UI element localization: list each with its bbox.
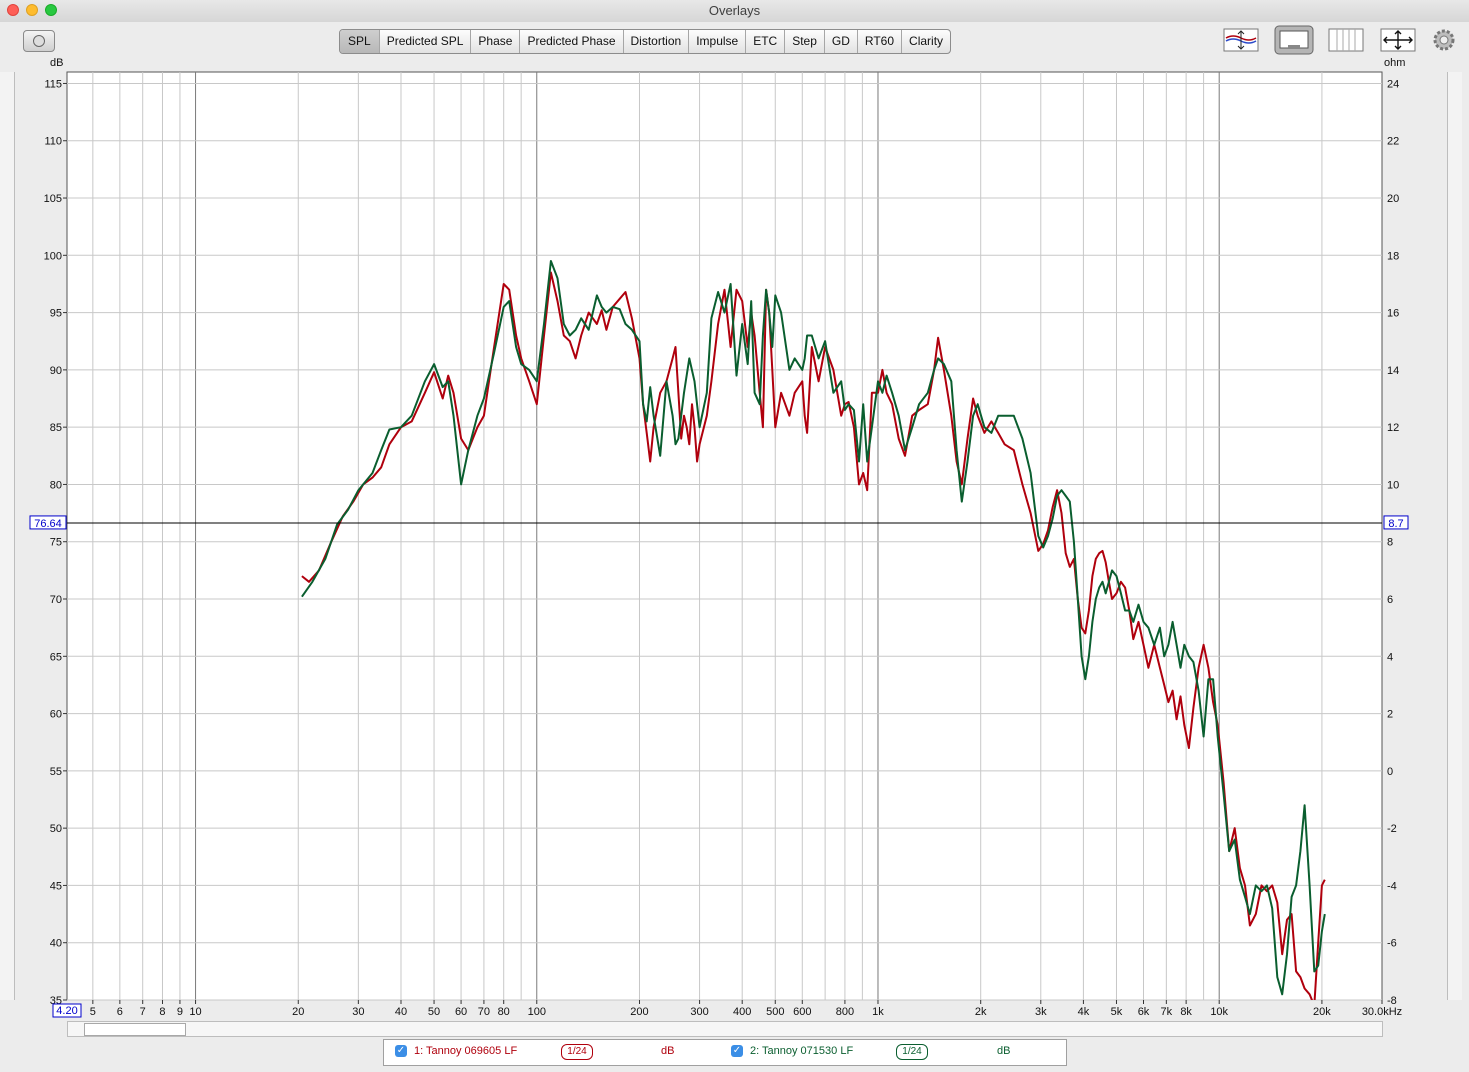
x-tick-label: 5k (1111, 1006, 1123, 1018)
series2-smoothing-button[interactable]: 1/24 (896, 1044, 928, 1060)
horizontal-scrollbar[interactable] (67, 1021, 1383, 1037)
y-tick-label: 40 (50, 938, 62, 950)
x-tick-label: 20 (292, 1006, 304, 1018)
y2-tick-label: 4 (1387, 651, 1393, 663)
horizontal-scroll-thumb[interactable] (84, 1023, 186, 1036)
series1-smoothing-button[interactable]: 1/24 (561, 1044, 593, 1060)
y2-tick-label: -2 (1387, 823, 1397, 835)
plot-area (66, 71, 1383, 1001)
x-tick-label: 60 (455, 1006, 467, 1018)
x-tick-label: 30.0kHz (1362, 1006, 1402, 1018)
x-tick-label: 400 (733, 1006, 751, 1018)
y-tick-label: 65 (50, 651, 62, 663)
series1-checkbox[interactable]: ✓ (395, 1045, 407, 1057)
y-tick-label: 55 (50, 766, 62, 778)
y2-tick-label: 2 (1387, 709, 1393, 721)
x-tick-label: 7k (1161, 1006, 1173, 1018)
x-tick-label: 6k (1138, 1006, 1150, 1018)
x-tick-label: 9 (177, 1006, 183, 1018)
x-tick-label: 3k (1035, 1006, 1047, 1018)
y-tick-label: 50 (50, 823, 62, 835)
x-tick-label: 40 (395, 1006, 407, 1018)
y-tick-label: 85 (50, 422, 62, 434)
spl-chart[interactable]: 35404550556065707580859095100105110115-8… (0, 0, 1469, 1040)
x-tick-label: 70 (478, 1006, 490, 1018)
series1-unit: dB (661, 1045, 675, 1057)
y-tick-label: 75 (50, 537, 62, 549)
y2-tick-label: -6 (1387, 938, 1397, 950)
cursor-value-label: 76.64 (34, 518, 62, 530)
y-tick-label: 45 (50, 880, 62, 892)
x-tick-label: 50 (428, 1006, 440, 1018)
x-tick-label: 4k (1078, 1006, 1090, 1018)
y2-tick-label: 24 (1387, 78, 1399, 90)
x-min-label: 4.20 (56, 1005, 77, 1017)
x-tick-label: 800 (836, 1006, 854, 1018)
x-tick-label: 600 (793, 1006, 811, 1018)
series2-label[interactable]: 2: Tannoy 071530 LF (750, 1045, 853, 1057)
x-tick-label: 7 (140, 1006, 146, 1018)
x-tick-label: 10k (1210, 1006, 1228, 1018)
series2-unit: dB (997, 1045, 1011, 1057)
y-tick-label: 115 (44, 78, 62, 90)
x-tick-label: 200 (630, 1006, 648, 1018)
y-tick-label: 80 (50, 479, 62, 491)
series1-label[interactable]: 1: Tannoy 069605 LF (414, 1045, 517, 1057)
x-tick-label: 80 (498, 1006, 510, 1018)
x-tick-label: 8k (1180, 1006, 1192, 1018)
legend: ✓ 1: Tannoy 069605 LF 1/24 dB ✓ 2: Tanno… (383, 1039, 1067, 1066)
y-tick-label: 90 (50, 365, 62, 377)
y-tick-label: 100 (44, 250, 62, 262)
x-tick-label: 8 (159, 1006, 165, 1018)
y-tick-label: 105 (44, 193, 62, 205)
y-tick-label: 110 (44, 136, 62, 148)
y2-tick-label: 12 (1387, 422, 1399, 434)
y2-tick-label: 20 (1387, 193, 1399, 205)
y2-tick-label: -4 (1387, 880, 1397, 892)
y2-tick-label: 14 (1387, 365, 1399, 377)
y-tick-label: 60 (50, 709, 62, 721)
y-tick-label: 95 (50, 308, 62, 320)
x-tick-label: 2k (975, 1006, 987, 1018)
x-tick-label: 5 (90, 1006, 96, 1018)
x-tick-label: 300 (690, 1006, 708, 1018)
x-tick-label: 30 (352, 1006, 364, 1018)
cursor-right-label: 8.7 (1388, 518, 1403, 530)
x-tick-label: 20k (1313, 1006, 1331, 1018)
y-tick-label: 70 (50, 594, 62, 606)
y2-tick-label: 18 (1387, 250, 1399, 262)
y2-tick-label: 16 (1387, 308, 1399, 320)
y2-tick-label: 8 (1387, 537, 1393, 549)
x-tick-label: 500 (766, 1006, 784, 1018)
x-tick-label: 10 (189, 1006, 201, 1018)
y2-tick-label: 6 (1387, 594, 1393, 606)
y2-tick-label: 0 (1387, 766, 1393, 778)
series2-checkbox[interactable]: ✓ (731, 1045, 743, 1057)
y2-tick-label: 22 (1387, 136, 1399, 148)
x-tick-label: 6 (117, 1006, 123, 1018)
x-tick-label: 1k (872, 1006, 884, 1018)
y2-tick-label: 10 (1387, 479, 1399, 491)
x-tick-label: 100 (528, 1006, 546, 1018)
